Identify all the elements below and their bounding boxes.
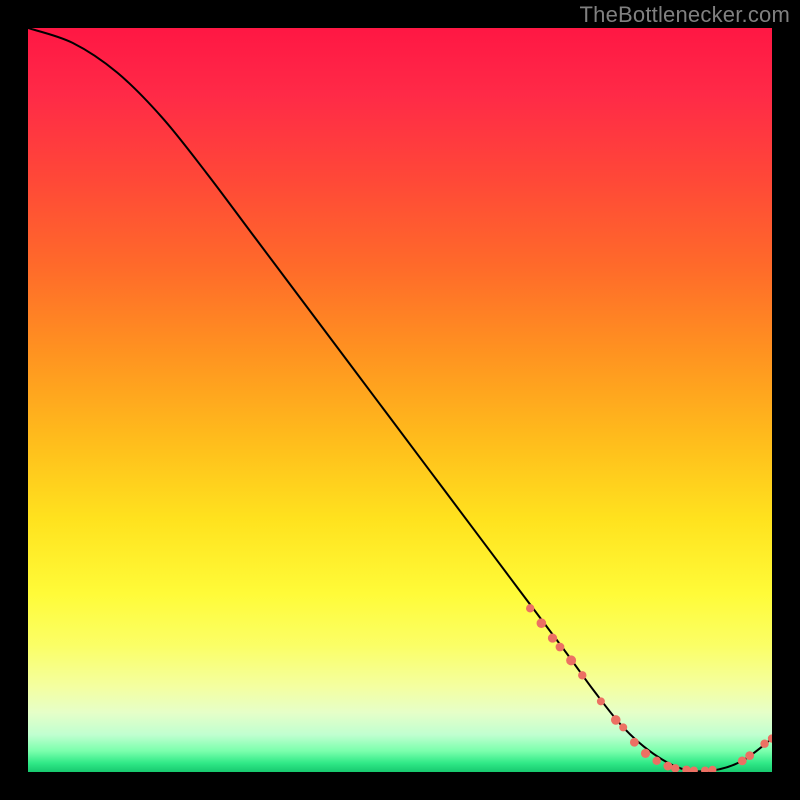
data-marker <box>745 751 754 760</box>
data-marker <box>708 766 716 772</box>
data-marker <box>652 757 660 765</box>
bottleneck-curve <box>28 28 772 771</box>
data-marker <box>701 767 709 772</box>
chart-container: TheBottlenecker.com <box>0 0 800 800</box>
data-marker <box>663 762 672 771</box>
attribution-text: TheBottlenecker.com <box>580 2 790 28</box>
data-marker <box>548 633 557 642</box>
data-markers <box>526 604 772 772</box>
data-marker <box>760 740 768 748</box>
data-marker <box>641 749 650 758</box>
data-marker <box>690 767 698 772</box>
data-marker <box>537 618 547 628</box>
data-marker <box>611 715 621 725</box>
data-marker <box>578 671 586 679</box>
data-marker <box>566 655 576 665</box>
chart-overlay <box>28 28 772 772</box>
data-marker <box>526 604 534 612</box>
plot-area <box>28 28 772 772</box>
data-marker <box>619 723 627 731</box>
data-marker <box>556 643 565 652</box>
data-marker <box>738 756 747 765</box>
data-marker <box>630 738 639 747</box>
data-marker <box>597 697 605 705</box>
data-marker <box>682 766 690 772</box>
